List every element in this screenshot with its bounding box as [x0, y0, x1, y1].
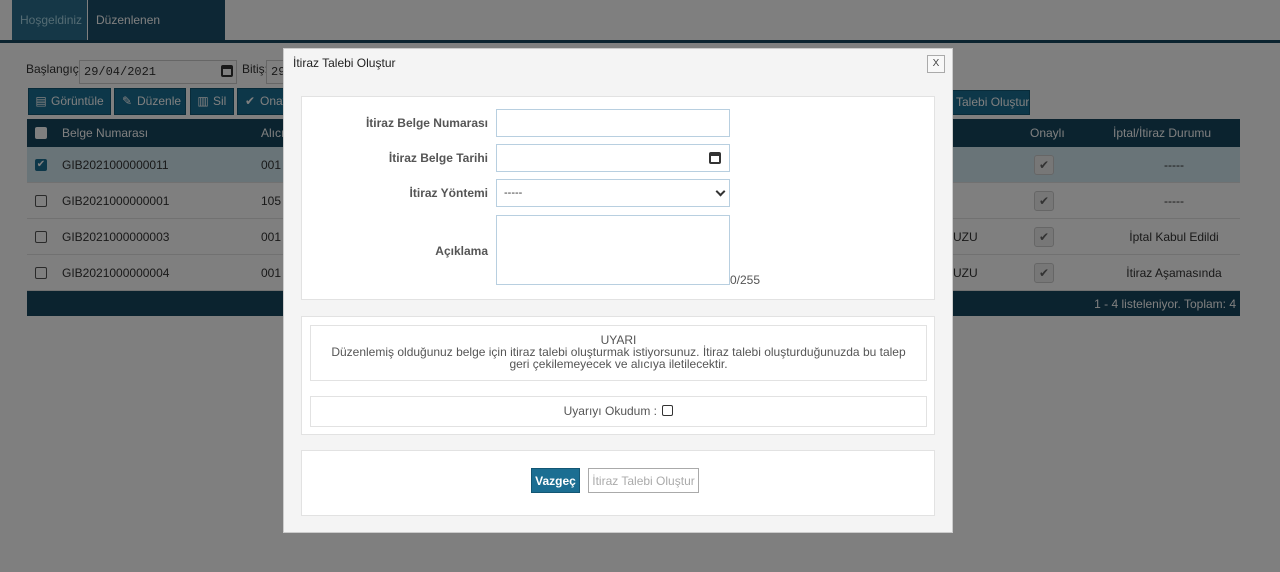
character-counter: 0/255: [730, 273, 761, 287]
create-objection-button[interactable]: İtiraz Talebi Oluştur: [588, 468, 699, 493]
objection-doc-date-input[interactable]: [496, 144, 730, 172]
acknowledge-checkbox[interactable]: [662, 405, 674, 416]
warning-text: Düzenlemiş olduğunuz belge için itiraz t…: [331, 345, 906, 371]
cancel-button[interactable]: Vazgeç: [531, 468, 580, 493]
acknowledge-row: Uyarıyı Okudum :: [310, 396, 927, 427]
chevron-down-icon: [715, 186, 726, 197]
objection-doc-no-input[interactable]: [496, 109, 730, 137]
objection-method-select[interactable]: -----: [496, 179, 730, 207]
description-textarea[interactable]: [496, 215, 730, 285]
doc-no-label: İtiraz Belge Numarası: [365, 116, 488, 130]
dialog-close-button[interactable]: X: [927, 55, 945, 73]
objection-method-value: -----: [504, 187, 523, 199]
objection-request-dialog: İtiraz Talebi Oluştur X İtiraz Belge Num…: [283, 48, 953, 533]
doc-date-label: İtiraz Belge Tarihi: [388, 151, 488, 165]
objection-form: İtiraz Belge Numarası İtiraz Belge Tarih…: [301, 96, 935, 300]
method-label: İtiraz Yöntemi: [409, 186, 488, 200]
description-label: Açıklama: [435, 244, 488, 258]
acknowledge-label: Uyarıyı Okudum :: [563, 404, 657, 418]
warning-box: UYARI Düzenlemiş olduğunuz belge için it…: [310, 325, 927, 381]
dialog-actions: Vazgeç İtiraz Talebi Oluştur: [301, 450, 935, 516]
warning-panel: UYARI Düzenlemiş olduğunuz belge için it…: [301, 316, 935, 435]
dialog-title: İtiraz Talebi Oluştur: [293, 56, 396, 70]
calendar-icon[interactable]: [709, 152, 721, 164]
